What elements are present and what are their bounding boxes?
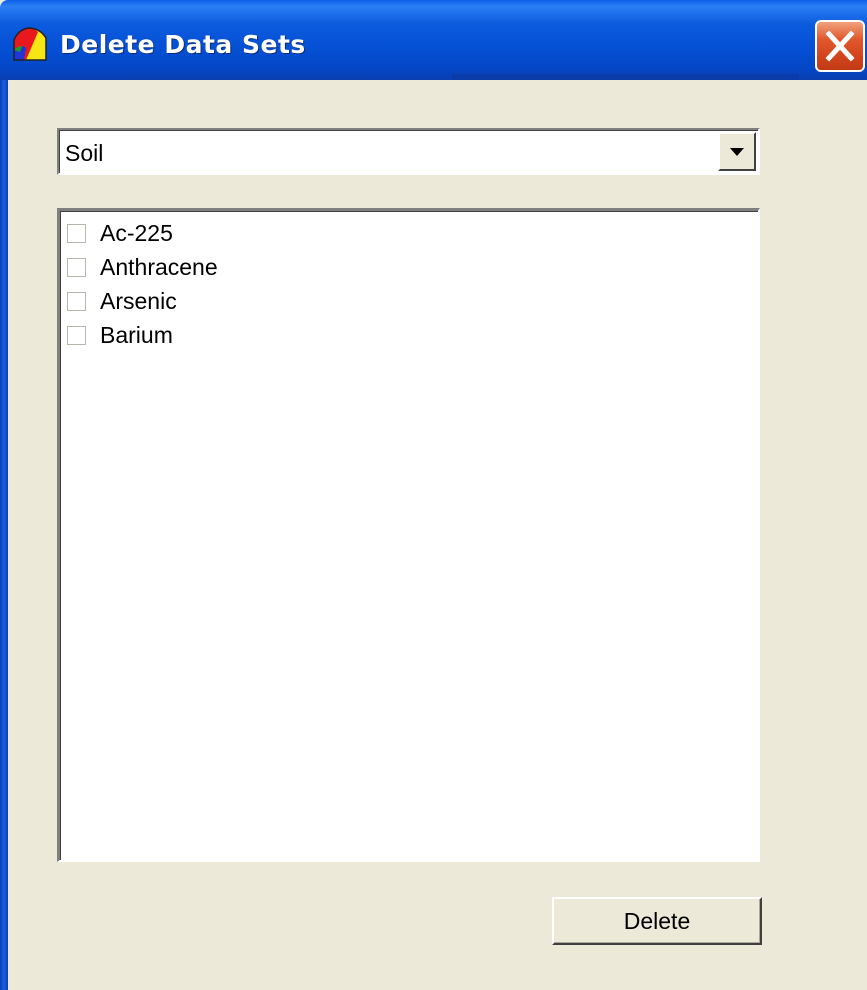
item-label: Arsenic [100,288,177,314]
checkbox[interactable] [67,224,86,243]
dropdown-button[interactable] [718,132,756,171]
item-label: Ac-225 [100,220,173,246]
window-left-border [0,80,8,990]
window-title: Delete Data Sets [60,30,306,59]
close-icon [825,30,855,62]
checkbox[interactable] [67,292,86,311]
close-button[interactable] [815,20,865,72]
dropdown-arrow-icon [730,148,744,156]
app-logo-icon [12,26,48,62]
dataset-checklist[interactable]: Ac-225 Anthracene Arsenic Barium [57,208,760,862]
delete-button[interactable]: Delete [552,897,762,945]
checkbox[interactable] [67,258,86,277]
titlebar-accent [452,74,799,80]
delete-data-sets-window: Delete Data Sets Soil Ac-225 Anthracene … [0,0,867,990]
dataset-type-value: Soil [65,140,104,166]
dataset-type-dropdown[interactable]: Soil [57,128,760,175]
title-bar[interactable]: Delete Data Sets [0,0,867,80]
checkbox[interactable] [67,326,86,345]
item-label: Anthracene [100,254,218,280]
item-label: Barium [100,322,173,348]
